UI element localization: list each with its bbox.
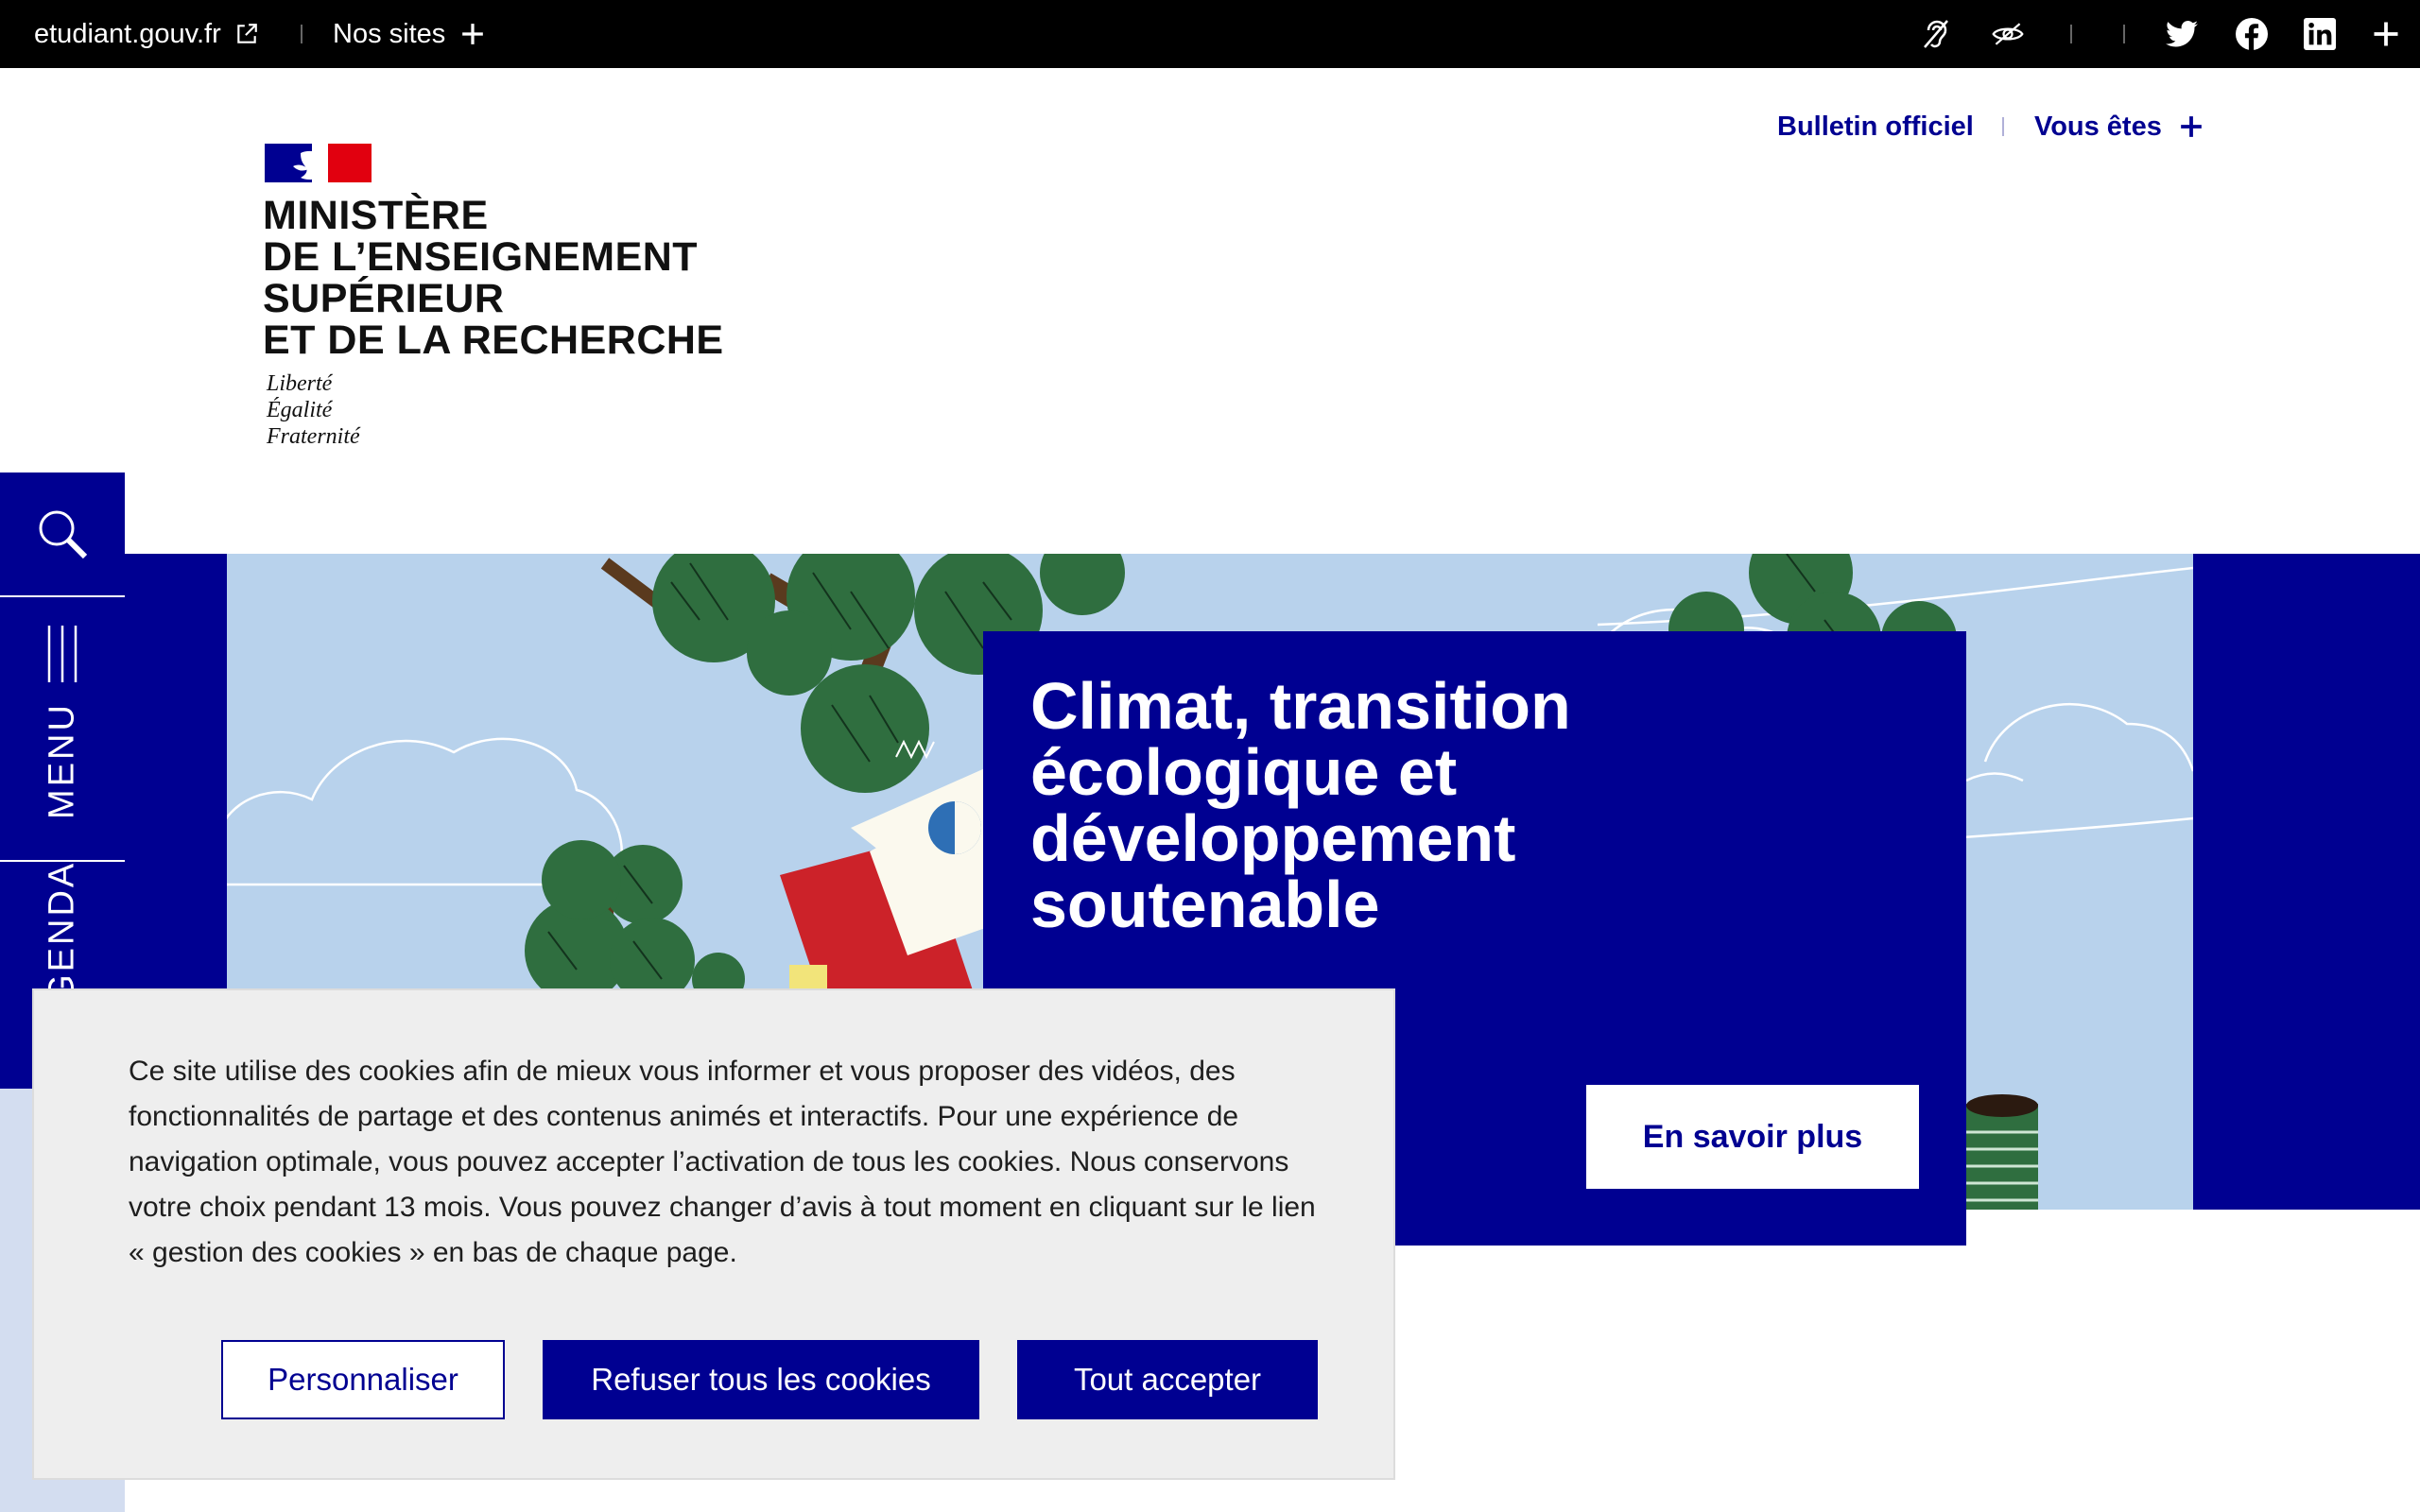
linkedin-icon[interactable] bbox=[2303, 17, 2337, 51]
hero-right-band bbox=[2193, 554, 2420, 1210]
ministry-line: MINISTÈRE bbox=[263, 193, 489, 238]
search-icon bbox=[34, 506, 91, 562]
cookie-banner: Ce site utilise des cookies afin de mieu… bbox=[32, 988, 1395, 1480]
ministry-line: ET DE LA RECHERCHE bbox=[263, 318, 724, 363]
etudiant-gouv-link[interactable]: etudiant.gouv.fr bbox=[34, 0, 259, 68]
nos-sites-label: Nos sites bbox=[333, 18, 446, 49]
bulletin-officiel-label: Bulletin officiel bbox=[1777, 111, 1974, 142]
facebook-icon[interactable] bbox=[2235, 17, 2269, 51]
republic-motto: Liberté Égalité Fraternité bbox=[267, 370, 360, 450]
hero-title: Climat, transition écologique et dévelop… bbox=[1030, 669, 1571, 941]
marianne-logo[interactable] bbox=[265, 144, 372, 182]
twitter-icon[interactable] bbox=[2165, 17, 2199, 51]
en-savoir-plus-button[interactable]: En savoir plus bbox=[1586, 1085, 1919, 1189]
refuser-cookies-button[interactable]: Refuser tous les cookies bbox=[543, 1340, 979, 1419]
motto-line: Égalité bbox=[267, 398, 333, 422]
cookie-text: Ce site utilise des cookies afin de mieu… bbox=[129, 1056, 1316, 1268]
personnaliser-button[interactable]: Personnaliser bbox=[221, 1340, 505, 1419]
search-button[interactable] bbox=[0, 472, 125, 597]
ear-icon[interactable] bbox=[1919, 17, 1953, 51]
plus-icon bbox=[2179, 114, 2204, 139]
motto-line: Fraternité bbox=[267, 424, 360, 449]
topbar-separator bbox=[2070, 25, 2072, 43]
ministry-line: SUPÉRIEUR bbox=[263, 276, 505, 321]
topbar-separator bbox=[301, 25, 302, 43]
top-bar: etudiant.gouv.fr Nos sites bbox=[0, 0, 2420, 68]
eye-slash-icon[interactable] bbox=[1991, 17, 2025, 51]
etudiant-gouv-label: etudiant.gouv.fr bbox=[34, 18, 221, 49]
ministry-line: DE L’ENSEIGNEMENT bbox=[263, 234, 699, 280]
topbar-separator bbox=[2123, 25, 2125, 43]
motto-line: Liberté bbox=[267, 371, 333, 396]
ministry-name: MINISTÈRE DE L’ENSEIGNEMENT SUPÉRIEUR ET… bbox=[263, 195, 724, 361]
vous-etes-label: Vous êtes bbox=[2034, 111, 2162, 142]
nos-sites-button[interactable]: Nos sites bbox=[333, 0, 485, 68]
tout-accepter-button[interactable]: Tout accepter bbox=[1017, 1340, 1318, 1419]
plus-icon bbox=[460, 22, 485, 46]
plus-icon[interactable] bbox=[2369, 17, 2403, 51]
bulletin-officiel-link[interactable]: Bulletin officiel bbox=[1777, 106, 1974, 147]
external-link-icon bbox=[234, 22, 259, 46]
page: etudiant.gouv.fr Nos sites MINISTÈRE DE … bbox=[0, 0, 2420, 1512]
vous-etes-button[interactable]: Vous êtes bbox=[2034, 106, 2204, 147]
menu-label: MENU bbox=[42, 702, 82, 819]
menu-lines-icon bbox=[43, 626, 81, 682]
header-separator bbox=[2002, 117, 2004, 136]
